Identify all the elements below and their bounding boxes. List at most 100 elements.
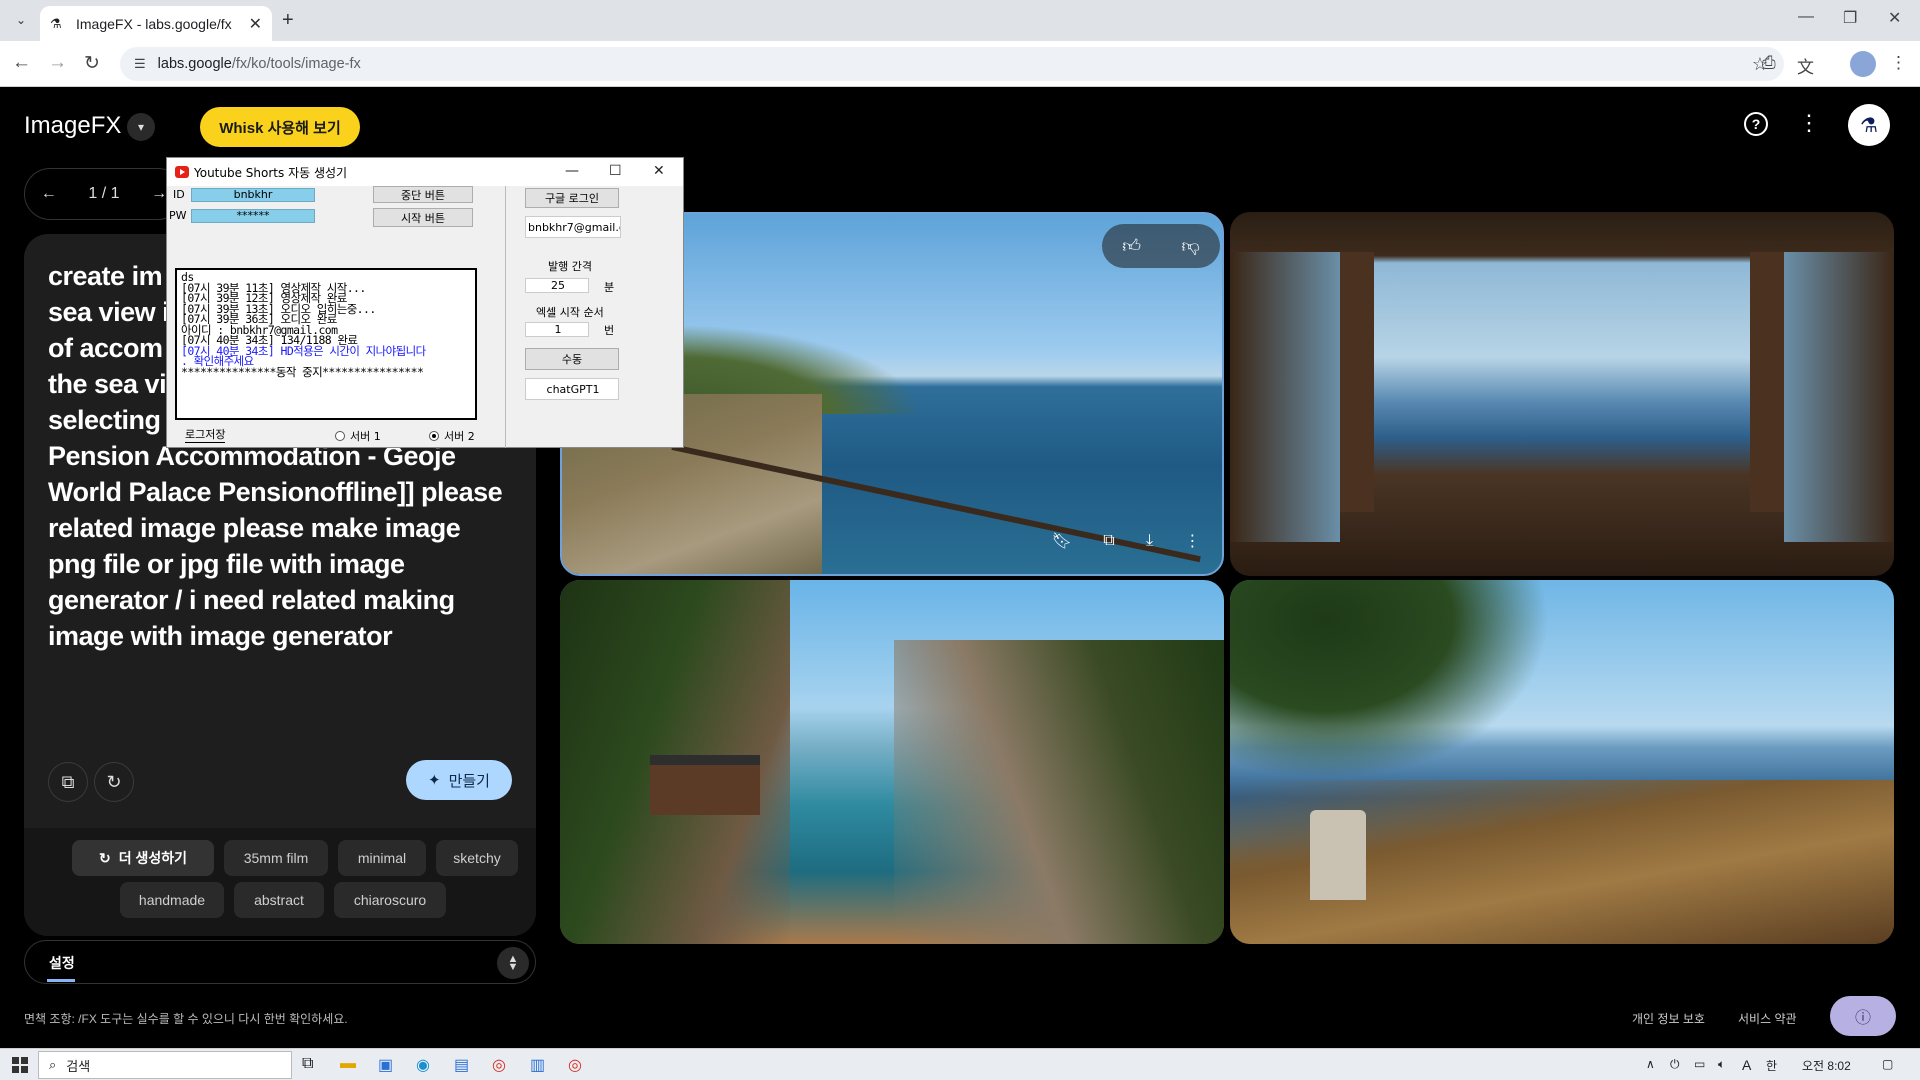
server-1-radio[interactable]: 서버 1 xyxy=(335,428,381,444)
terms-link[interactable]: 서비스 약관 xyxy=(1738,1010,1797,1027)
app-icon[interactable]: ▣ xyxy=(378,1055,393,1075)
tab-search-dropdown[interactable]: ⌄ xyxy=(8,8,34,32)
browser-profile-avatar[interactable] xyxy=(1850,51,1876,77)
try-whisk-button[interactable]: Whisk 사용해 보기 xyxy=(200,107,360,147)
email-field[interactable]: bnbkhr7@gmail.c xyxy=(525,216,621,238)
log-box[interactable]: ds [07시 39분 11초] 영상제작 시작... [07시 39분 12초… xyxy=(175,268,477,420)
browser-menu-icon[interactable]: ⋮ xyxy=(1890,53,1907,73)
id-label: ID xyxy=(173,188,185,201)
minimize-window-icon[interactable]: — xyxy=(1798,8,1814,26)
copy-image-icon[interactable]: ⧉ xyxy=(1103,532,1114,550)
generated-image-2[interactable] xyxy=(1230,212,1894,576)
shorts-generator-window: Youtube Shorts 자동 생성기 — ☐ ✕ ID bnbkhr PW… xyxy=(166,157,684,448)
regenerate-chip[interactable]: ↻ 더 생성하기 xyxy=(72,840,214,876)
thumbs-down-icon[interactable]: 👎︎ xyxy=(1181,235,1199,257)
pw-field[interactable]: ****** xyxy=(191,209,315,223)
excel-start-field[interactable]: 1 xyxy=(525,322,589,337)
app-switcher-chevron-icon[interactable]: ▾ xyxy=(127,113,155,141)
interval-field[interactable]: 25 xyxy=(525,278,589,293)
copy-prompt-icon[interactable]: ⧉ xyxy=(48,762,88,802)
save-log-button[interactable]: 로그저장 xyxy=(185,426,226,443)
sparkle-icon: ✦ xyxy=(428,772,441,789)
prev-arrow-icon[interactable]: ← xyxy=(41,185,57,203)
style-chip[interactable]: abstract xyxy=(234,882,324,918)
info-icon: ⓘ xyxy=(1854,1010,1871,1027)
radio-on-icon xyxy=(429,431,439,441)
manual-button[interactable]: 수동 xyxy=(525,348,619,370)
print-icon[interactable]: ⎙ xyxy=(1762,53,1776,73)
image-detail xyxy=(1310,810,1366,900)
task-view-icon[interactable]: ⧉ xyxy=(302,1055,313,1073)
image-detail xyxy=(1230,252,1340,542)
translate-icon[interactable]: 文 xyxy=(1797,53,1814,78)
start-button[interactable]: 시작 버튼 xyxy=(373,208,473,227)
restore-window-icon[interactable]: ❐ xyxy=(1843,8,1857,28)
reload-icon[interactable]: ↻ xyxy=(84,52,100,75)
chrome-icon[interactable]: ◎ xyxy=(568,1055,582,1075)
window-title: Youtube Shorts 자동 생성기 xyxy=(194,165,348,180)
style-chip[interactable]: chiaroscuro xyxy=(334,882,446,918)
window-close-icon[interactable]: ✕ xyxy=(653,163,665,179)
close-tab-icon[interactable]: ✕ xyxy=(249,14,262,34)
forward-icon[interactable]: → xyxy=(48,52,67,74)
next-arrow-icon[interactable]: → xyxy=(151,185,167,203)
expand-settings-icon[interactable]: ▲ ▼ xyxy=(497,947,529,979)
app-logo[interactable]: ImageFX xyxy=(24,112,121,140)
volume-muted-icon[interactable]: 🔈︎ xyxy=(1718,1057,1725,1072)
server-2-label: 서버 2 xyxy=(444,430,475,443)
server-2-radio[interactable]: 서버 2 xyxy=(429,428,475,444)
more-options-icon[interactable]: ⋮ xyxy=(1798,110,1820,136)
window-titlebar[interactable]: Youtube Shorts 자동 생성기 — ☐ ✕ xyxy=(167,158,683,186)
download-icon[interactable]: ⤓ xyxy=(1146,532,1153,550)
bookmark-icon[interactable]: 🔖︎ xyxy=(1052,531,1072,551)
labs-account-icon[interactable]: ⚗ xyxy=(1848,104,1890,146)
settings-tab-indicator xyxy=(47,979,75,982)
ime-indicator[interactable]: A xyxy=(1742,1057,1751,1073)
edge-icon[interactable]: ◉ xyxy=(416,1055,430,1075)
style-chip[interactable]: minimal xyxy=(338,840,426,876)
store-icon[interactable]: ▤ xyxy=(454,1055,469,1075)
tray-overflow-icon[interactable]: ∧ xyxy=(1646,1057,1655,1071)
close-window-icon[interactable]: ✕ xyxy=(1888,8,1901,28)
generator-app-icon[interactable]: ▥ xyxy=(530,1055,545,1075)
url-path: /fx/ko/tools/image-fx xyxy=(231,56,361,72)
feedback-fab[interactable]: ⓘ xyxy=(1830,996,1896,1036)
help-icon[interactable]: ? xyxy=(1744,112,1768,136)
generated-image-4[interactable] xyxy=(1230,580,1894,944)
style-chip[interactable]: handmade xyxy=(120,882,224,918)
thumbs-up-icon[interactable]: 👍︎ xyxy=(1122,235,1141,257)
taskbar-search[interactable]: ⌕ 검색 xyxy=(38,1051,292,1079)
generated-image-3[interactable] xyxy=(560,580,1224,944)
style-chip[interactable]: 35mm film xyxy=(224,840,328,876)
stop-button[interactable]: 중단 버튼 xyxy=(373,186,473,203)
windows-start-icon[interactable] xyxy=(12,1057,28,1073)
chatgpt-button[interactable]: chatGPT1 xyxy=(525,378,619,400)
chrome-icon[interactable]: ◎ xyxy=(492,1055,506,1075)
window-maximize-icon[interactable]: ☐ xyxy=(609,163,622,179)
style-chip[interactable]: sketchy xyxy=(436,840,518,876)
privacy-link[interactable]: 개인 정보 보호 xyxy=(1632,1010,1705,1027)
browser-tab[interactable]: ⚗ ImageFX - labs.google/fx ✕ xyxy=(40,6,272,41)
image-more-icon[interactable]: ⋮ xyxy=(1184,531,1200,551)
search-placeholder: 검색 xyxy=(66,1058,91,1074)
reset-prompt-icon[interactable]: ↻ xyxy=(94,762,134,802)
address-bar[interactable]: ☰ labs.google/fx/ko/tools/image-fx ☆ xyxy=(120,47,1784,81)
settings-tab[interactable]: 설정 xyxy=(49,953,75,973)
new-tab-icon[interactable]: + xyxy=(282,9,294,32)
id-field[interactable]: bnbkhr xyxy=(191,188,315,202)
settings-bar[interactable]: 설정 ▲ ▼ xyxy=(24,940,536,984)
style-chips: ↻ 더 생성하기 35mm film minimal sketchy handm… xyxy=(24,828,536,936)
clock[interactable]: 오전 8:02 xyxy=(1802,1057,1851,1074)
site-info-icon[interactable]: ☰ xyxy=(134,56,146,72)
back-icon[interactable]: ← xyxy=(12,52,31,74)
file-explorer-icon[interactable]: ▬ xyxy=(340,1055,356,1073)
network-icon[interactable]: ▭ xyxy=(1694,1057,1705,1071)
notification-icon[interactable]: ▢ xyxy=(1882,1057,1893,1071)
log-line: ***************동작 중지**************** xyxy=(181,364,424,379)
ime-mode-icon[interactable]: 한 xyxy=(1766,1057,1777,1074)
url-host: labs.google xyxy=(157,56,232,72)
google-login-button[interactable]: 구글 로그인 xyxy=(525,188,619,208)
generate-button[interactable]: ✦ 만들기 xyxy=(406,760,512,800)
tray-device-icon[interactable]: ⏻ xyxy=(1670,1057,1680,1072)
window-minimize-icon[interactable]: — xyxy=(565,163,579,179)
